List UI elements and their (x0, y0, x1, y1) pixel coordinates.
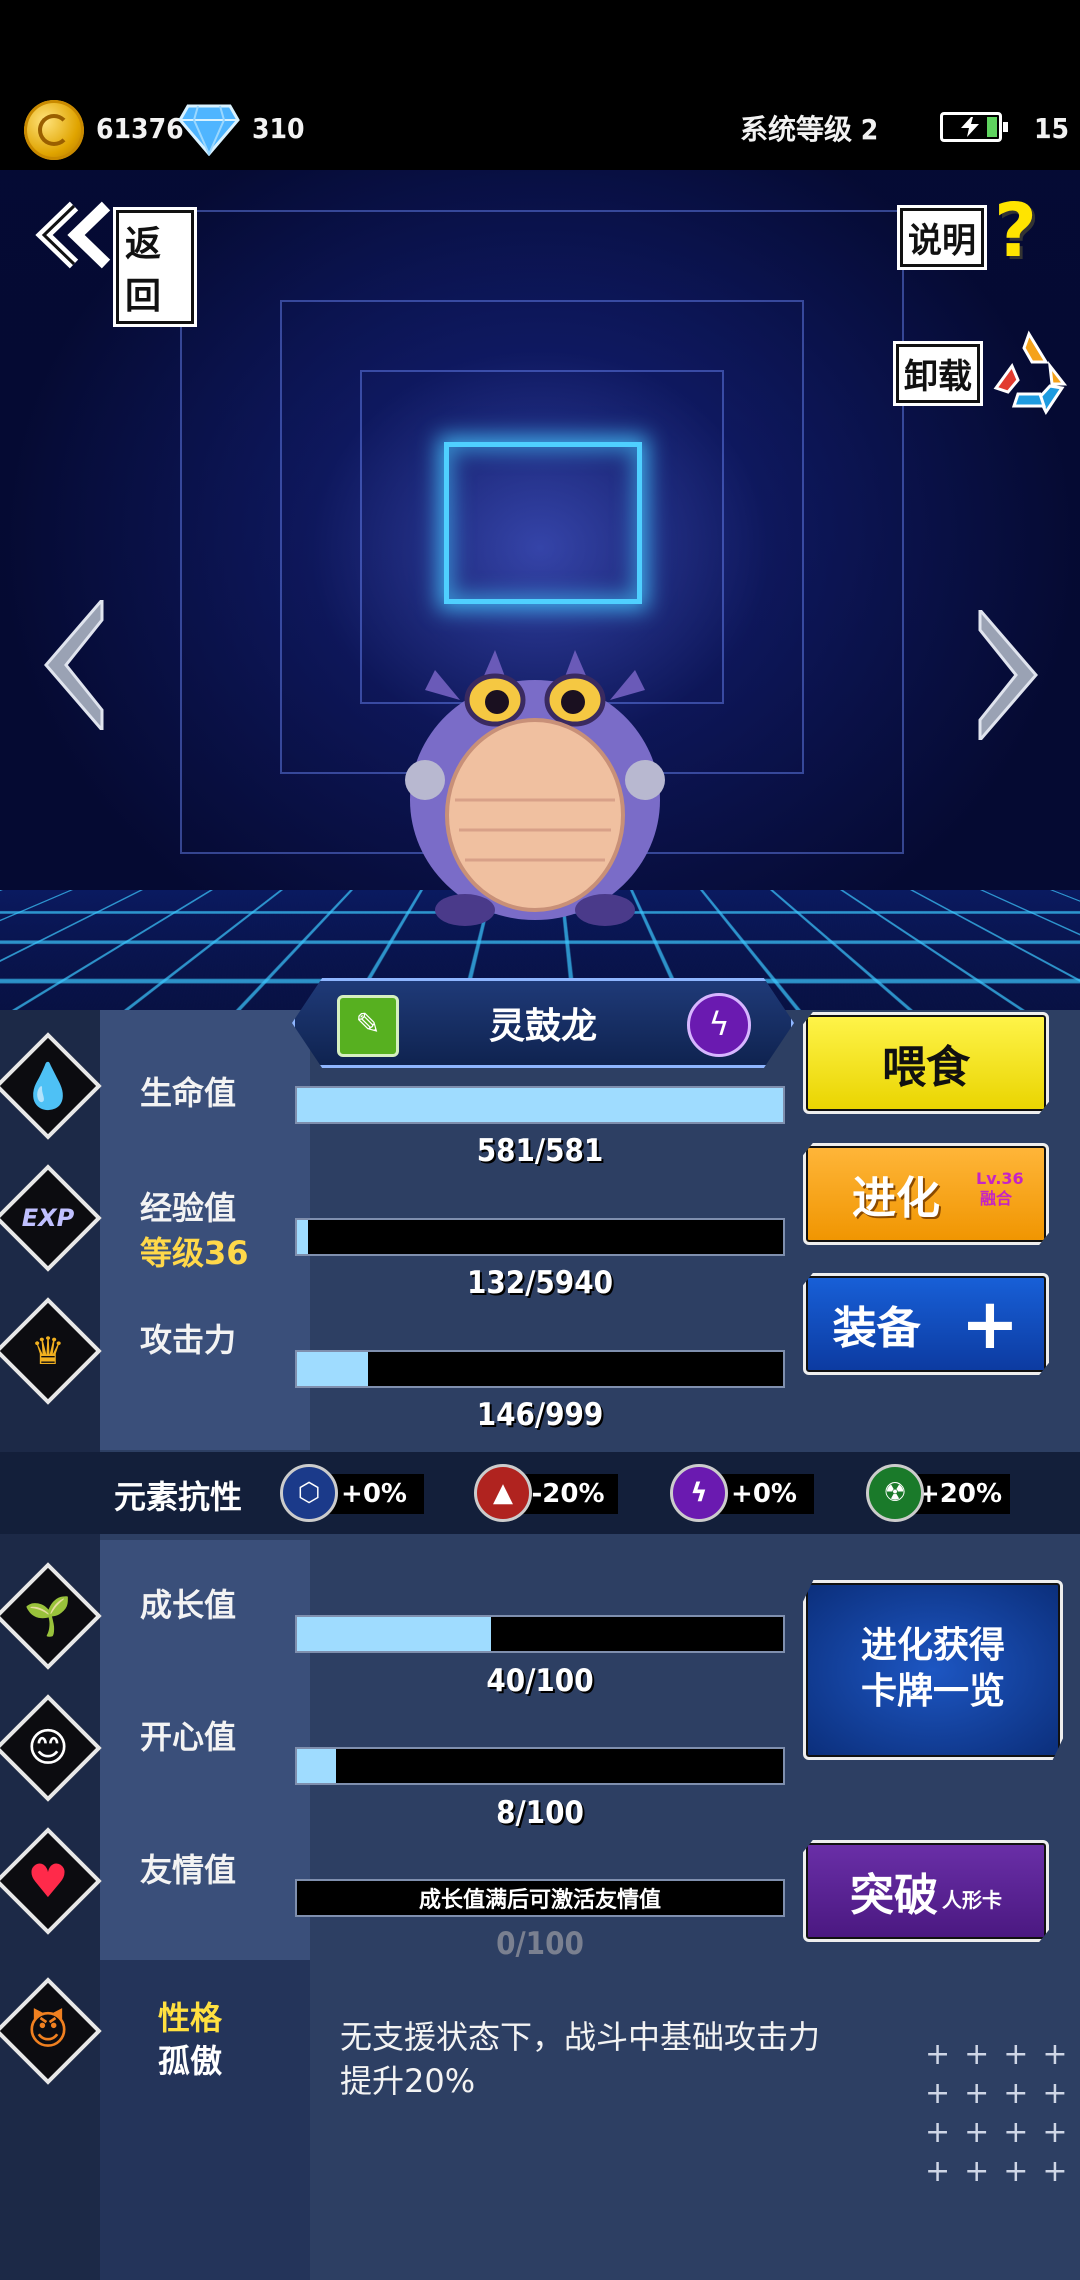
system-level: 系统等级 2 (740, 108, 878, 148)
evolve-fusion-tag: 融合 (980, 1190, 1012, 1208)
hp-value: 581/581 (295, 1133, 785, 1169)
recycle-icon (984, 326, 1074, 416)
feed-button[interactable]: 喂食 (803, 1012, 1049, 1114)
friendship-label: 友情值 (140, 1845, 236, 1891)
question-mark-icon: ? (994, 196, 1037, 266)
happy-label: 开心值 (140, 1712, 236, 1758)
heart-icon: ♥ (14, 1847, 82, 1915)
resistance-value: -20% (518, 1474, 618, 1514)
hexagon-icon: ⬡ (280, 1464, 338, 1522)
exp-bar (295, 1218, 785, 1256)
help-button[interactable]: 说明 ? (900, 198, 1050, 268)
happy-value: 8/100 (295, 1795, 785, 1831)
element-resistance-row: 元素抗性 +0% ⬡ -20% ▲ +0% ϟ +20% ☢ (0, 1452, 1080, 1534)
exp-label: 经验值 (140, 1183, 236, 1229)
previous-pet-arrow[interactable] (42, 600, 112, 730)
smiley-icon: 😊 (14, 1714, 82, 1782)
evolve-level-tag: Lv.36 (976, 1170, 1024, 1188)
coin-icon (24, 100, 84, 160)
gem-icon (178, 102, 240, 156)
back-button[interactable]: 返回 (34, 200, 194, 270)
personality-label: 性格 (158, 1993, 222, 2039)
evolve-card-list-button[interactable]: 进化获得 卡牌一览 (803, 1580, 1063, 1760)
radiation-icon: ☢ (866, 1464, 924, 1522)
attack-label: 攻击力 (140, 1315, 236, 1361)
breakthrough-label: 突破 (850, 1859, 938, 1923)
personality-value: 孤傲 (158, 2036, 222, 2082)
uninstall-label: 卸载 (896, 344, 980, 403)
evolve-button[interactable]: 进化 Lv.36 融合 (803, 1143, 1049, 1245)
feed-label: 喂食 (882, 1031, 970, 1095)
growth-label: 成长值 (140, 1580, 236, 1626)
equip-button[interactable]: 装备 + (803, 1273, 1049, 1375)
energy-count: 15 (1034, 112, 1069, 145)
evolve-label: 进化 (852, 1162, 940, 1226)
uninstall-button[interactable]: 卸载 (896, 326, 1076, 416)
lightning-icon: ϟ (687, 993, 751, 1057)
friendship-note: 成长值满后可激活友情值 (419, 1882, 661, 1914)
coin-count: 61376 (96, 112, 184, 145)
growth-bar (295, 1615, 785, 1653)
friendship-value: 0/100 (295, 1926, 785, 1962)
top-status-bar: 61376 310 系统等级 2 15 (0, 0, 1080, 170)
breakthrough-sub-label: 人形卡 (942, 1884, 1002, 1913)
growth-value: 40/100 (295, 1663, 785, 1699)
pet-monster (395, 630, 675, 930)
breakthrough-button[interactable]: 突破 人形卡 (803, 1840, 1049, 1942)
hp-bar-fill (297, 1088, 783, 1122)
hp-label: 生命值 (140, 1068, 236, 1114)
help-label: 说明 (900, 208, 984, 267)
hp-bar (295, 1086, 785, 1124)
element-resistance-label: 元素抗性 (114, 1472, 242, 1518)
double-chevron-left-icon (34, 200, 114, 270)
lightning-icon: ϟ (670, 1464, 728, 1522)
resistance-value: +0% (714, 1474, 814, 1514)
attack-value: 146/999 (295, 1397, 785, 1433)
back-label: 返回 (116, 210, 194, 324)
plus-icon: + (961, 1283, 1020, 1365)
devil-face-icon: 😈 (14, 1997, 82, 2065)
pet-name-banner: ✎ 灵鼓龙 ϟ (292, 978, 794, 1068)
card-list-line1: 进化获得 (806, 1623, 1060, 1669)
happy-bar-fill (297, 1749, 336, 1783)
friendship-bar: 成长值满后可激活友情值 (295, 1879, 785, 1917)
resistance-value: +20% (910, 1474, 1010, 1514)
fire-triangle-icon: ▲ (474, 1464, 532, 1522)
blood-drop-icon: 💧 (14, 1052, 82, 1120)
attack-bar-fill (297, 1352, 368, 1386)
gem-count: 310 (252, 112, 305, 145)
decorative-plus-grid: ++++ ++++ ++++ ++++ (925, 2035, 1075, 2191)
growth-bar-fill (297, 1617, 491, 1651)
attack-bar (295, 1350, 785, 1388)
exp-value: 132/5940 (295, 1265, 785, 1301)
happy-bar (295, 1747, 785, 1785)
flame-claw-icon: ♛ (14, 1317, 82, 1385)
neon-portal (444, 442, 642, 604)
exp-bar-fill (297, 1220, 308, 1254)
equip-label: 装备 (833, 1292, 921, 1356)
sprout-icon: 🌱 (14, 1582, 82, 1650)
exp-icon: EXP (14, 1184, 82, 1252)
card-list-line2: 卡牌一览 (806, 1669, 1060, 1715)
pet-level: 等级36 (140, 1228, 249, 1274)
personality-description: 无支援状态下，战斗中基础攻击力提升20% (340, 2015, 820, 2103)
next-pet-arrow[interactable] (970, 610, 1040, 740)
battery-icon (940, 112, 1002, 142)
resistance-value: +0% (324, 1474, 424, 1514)
